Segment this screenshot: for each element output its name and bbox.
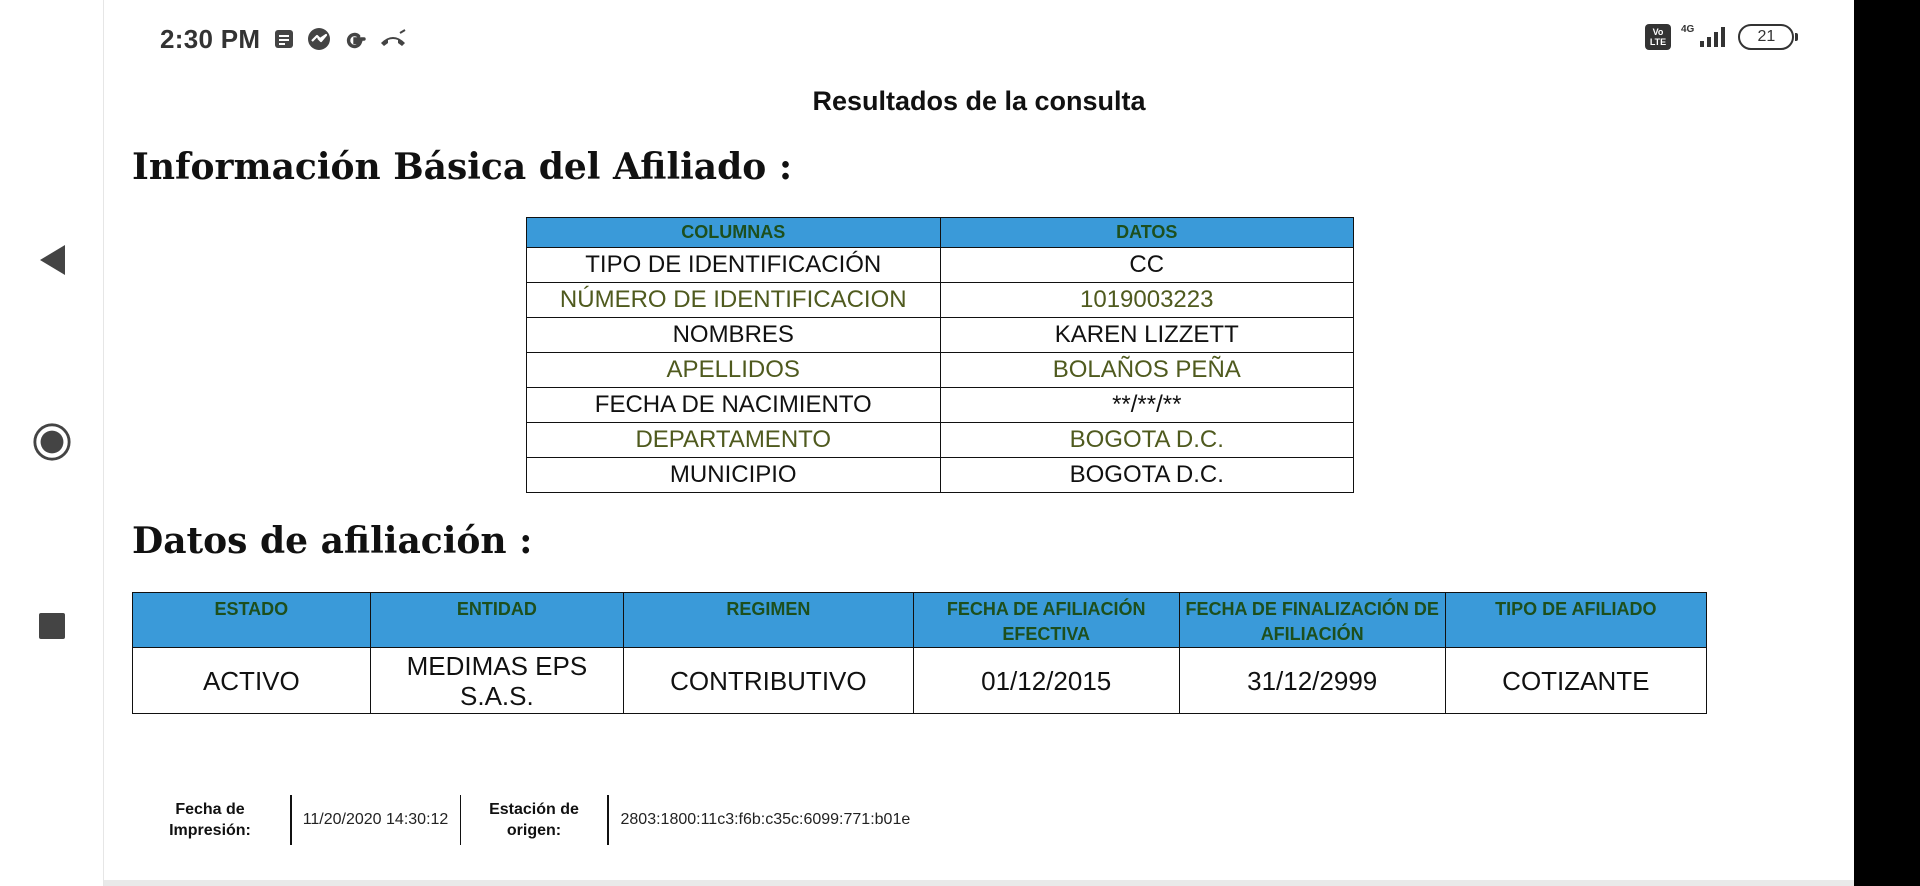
screen-edge [1854, 0, 1920, 886]
volte-top-label: Vo [1652, 27, 1664, 37]
affiliation-table: ESTADO ENTIDAD REGIMEN FECHA DE AFILIACI… [132, 592, 1708, 714]
volte-bottom-label: LTE [1649, 37, 1667, 47]
cell-estado: ACTIVO [132, 647, 371, 714]
back-icon [40, 245, 65, 275]
cell-tipo-afiliado: COTIZANTE [1444, 647, 1708, 714]
column-header-fecha-afiliacion: FECHA DE AFILIACIÓN EFECTIVA [912, 592, 1180, 648]
basic-info-title: Información Básica del Afiliado : [132, 146, 793, 188]
network-type: 4G [1681, 23, 1695, 35]
volte-icon: Vo LTE [1645, 24, 1671, 50]
back-button[interactable] [32, 240, 72, 280]
note-icon [275, 30, 294, 48]
battery-level: 21 [1757, 28, 1776, 45]
row-label: FECHA DE NACIMIENTO [526, 387, 941, 423]
cell-regimen: CONTRIBUTIVO [623, 647, 914, 714]
row-value: 1019003223 [939, 282, 1354, 318]
home-icon [33, 423, 71, 461]
table-row: ACTIVO MEDIMAS EPS S.A.S. CONTRIBUTIVO 0… [132, 647, 1708, 714]
table-row: NÚMERO DE IDENTIFICACION 1019003223 [526, 282, 1354, 318]
row-value: **/**/** [939, 387, 1354, 423]
column-header-regimen: REGIMEN [623, 592, 914, 648]
row-value: KAREN LIZZETT [939, 317, 1354, 353]
recents-button[interactable] [32, 606, 72, 646]
column-header-entidad: ENTIDAD [369, 592, 625, 648]
cell-entidad: MEDIMAS EPS S.A.S. [369, 647, 625, 714]
column-header-estado: ESTADO [132, 592, 371, 648]
page-header: Resultados de la consulta [812, 86, 1146, 116]
table-row: NOMBRES KAREN LIZZETT [526, 317, 1354, 353]
battery-icon: 21 [1738, 24, 1799, 50]
google-icon [347, 32, 367, 49]
footer-divider [607, 795, 609, 845]
cell-fecha-afiliacion: 01/12/2015 [912, 647, 1180, 714]
station-value: 2803:1800:11c3:f6b:c35c:6099:771:b01e [620, 811, 911, 828]
table-row: DEPARTAMENTO BOGOTA D.C. [526, 422, 1354, 458]
signal-icon [1700, 27, 1726, 47]
row-label: MUNICIPIO [526, 457, 941, 493]
table-row: APELLIDOS BOLAÑOS PEÑA [526, 352, 1354, 388]
table-row: TIPO DE IDENTIFICACIÓN CC [526, 247, 1354, 283]
notification-icons [272, 26, 408, 52]
column-header-tipo-afiliado: TIPO DE AFILIADO [1444, 592, 1708, 648]
column-header-datos: DATOS [939, 217, 1354, 248]
column-header-columnas: COLUMNAS [526, 217, 941, 248]
row-label: TIPO DE IDENTIFICACIÓN [526, 247, 941, 283]
status-right: Vo LTE 4G 21 [1645, 23, 1799, 50]
row-label: DEPARTAMENTO [526, 422, 941, 458]
recents-icon [39, 613, 65, 639]
messenger-icon [308, 28, 331, 50]
status-bar: 2:30 PM [160, 22, 408, 56]
missed-call-icon [381, 29, 406, 46]
affiliation-title: Datos de afiliación : [132, 520, 533, 562]
row-value: BOGOTA D.C. [939, 422, 1354, 458]
print-footer: Fecha de Impresión: 11/20/2020 14:30:12 … [150, 792, 910, 848]
column-header-fecha-finalizacion: FECHA DE FINALIZACIÓN DE AFILIACIÓN [1178, 592, 1446, 648]
table-row: MUNICIPIO BOGOTA D.C. [526, 457, 1354, 493]
row-value: BOLAÑOS PEÑA [939, 352, 1354, 388]
row-label: NÚMERO DE IDENTIFICACION [526, 282, 941, 318]
table-row: FECHA DE NACIMIENTO **/**/** [526, 387, 1354, 423]
basic-info-table: COLUMNAS DATOS TIPO DE IDENTIFICACIÓN CC… [526, 217, 1354, 493]
navigation-bar [0, 0, 104, 886]
status-time: 2:30 PM [160, 23, 261, 54]
row-label: NOMBRES [526, 317, 941, 353]
table-header-row: ESTADO ENTIDAD REGIMEN FECHA DE AFILIACI… [132, 592, 1708, 648]
station-label: Estación de origen: [489, 801, 579, 839]
table-header-row: COLUMNAS DATOS [526, 217, 1354, 248]
bottom-divider [104, 880, 1854, 886]
row-value: CC [939, 247, 1354, 283]
cell-fecha-finalizacion: 31/12/2999 [1178, 647, 1446, 714]
print-date-label: Fecha de Impresión: [169, 801, 251, 839]
row-value: BOGOTA D.C. [939, 457, 1354, 493]
print-date-value: 11/20/2020 14:30:12 [302, 811, 449, 828]
home-button[interactable] [32, 422, 72, 462]
row-label: APELLIDOS [526, 352, 941, 388]
